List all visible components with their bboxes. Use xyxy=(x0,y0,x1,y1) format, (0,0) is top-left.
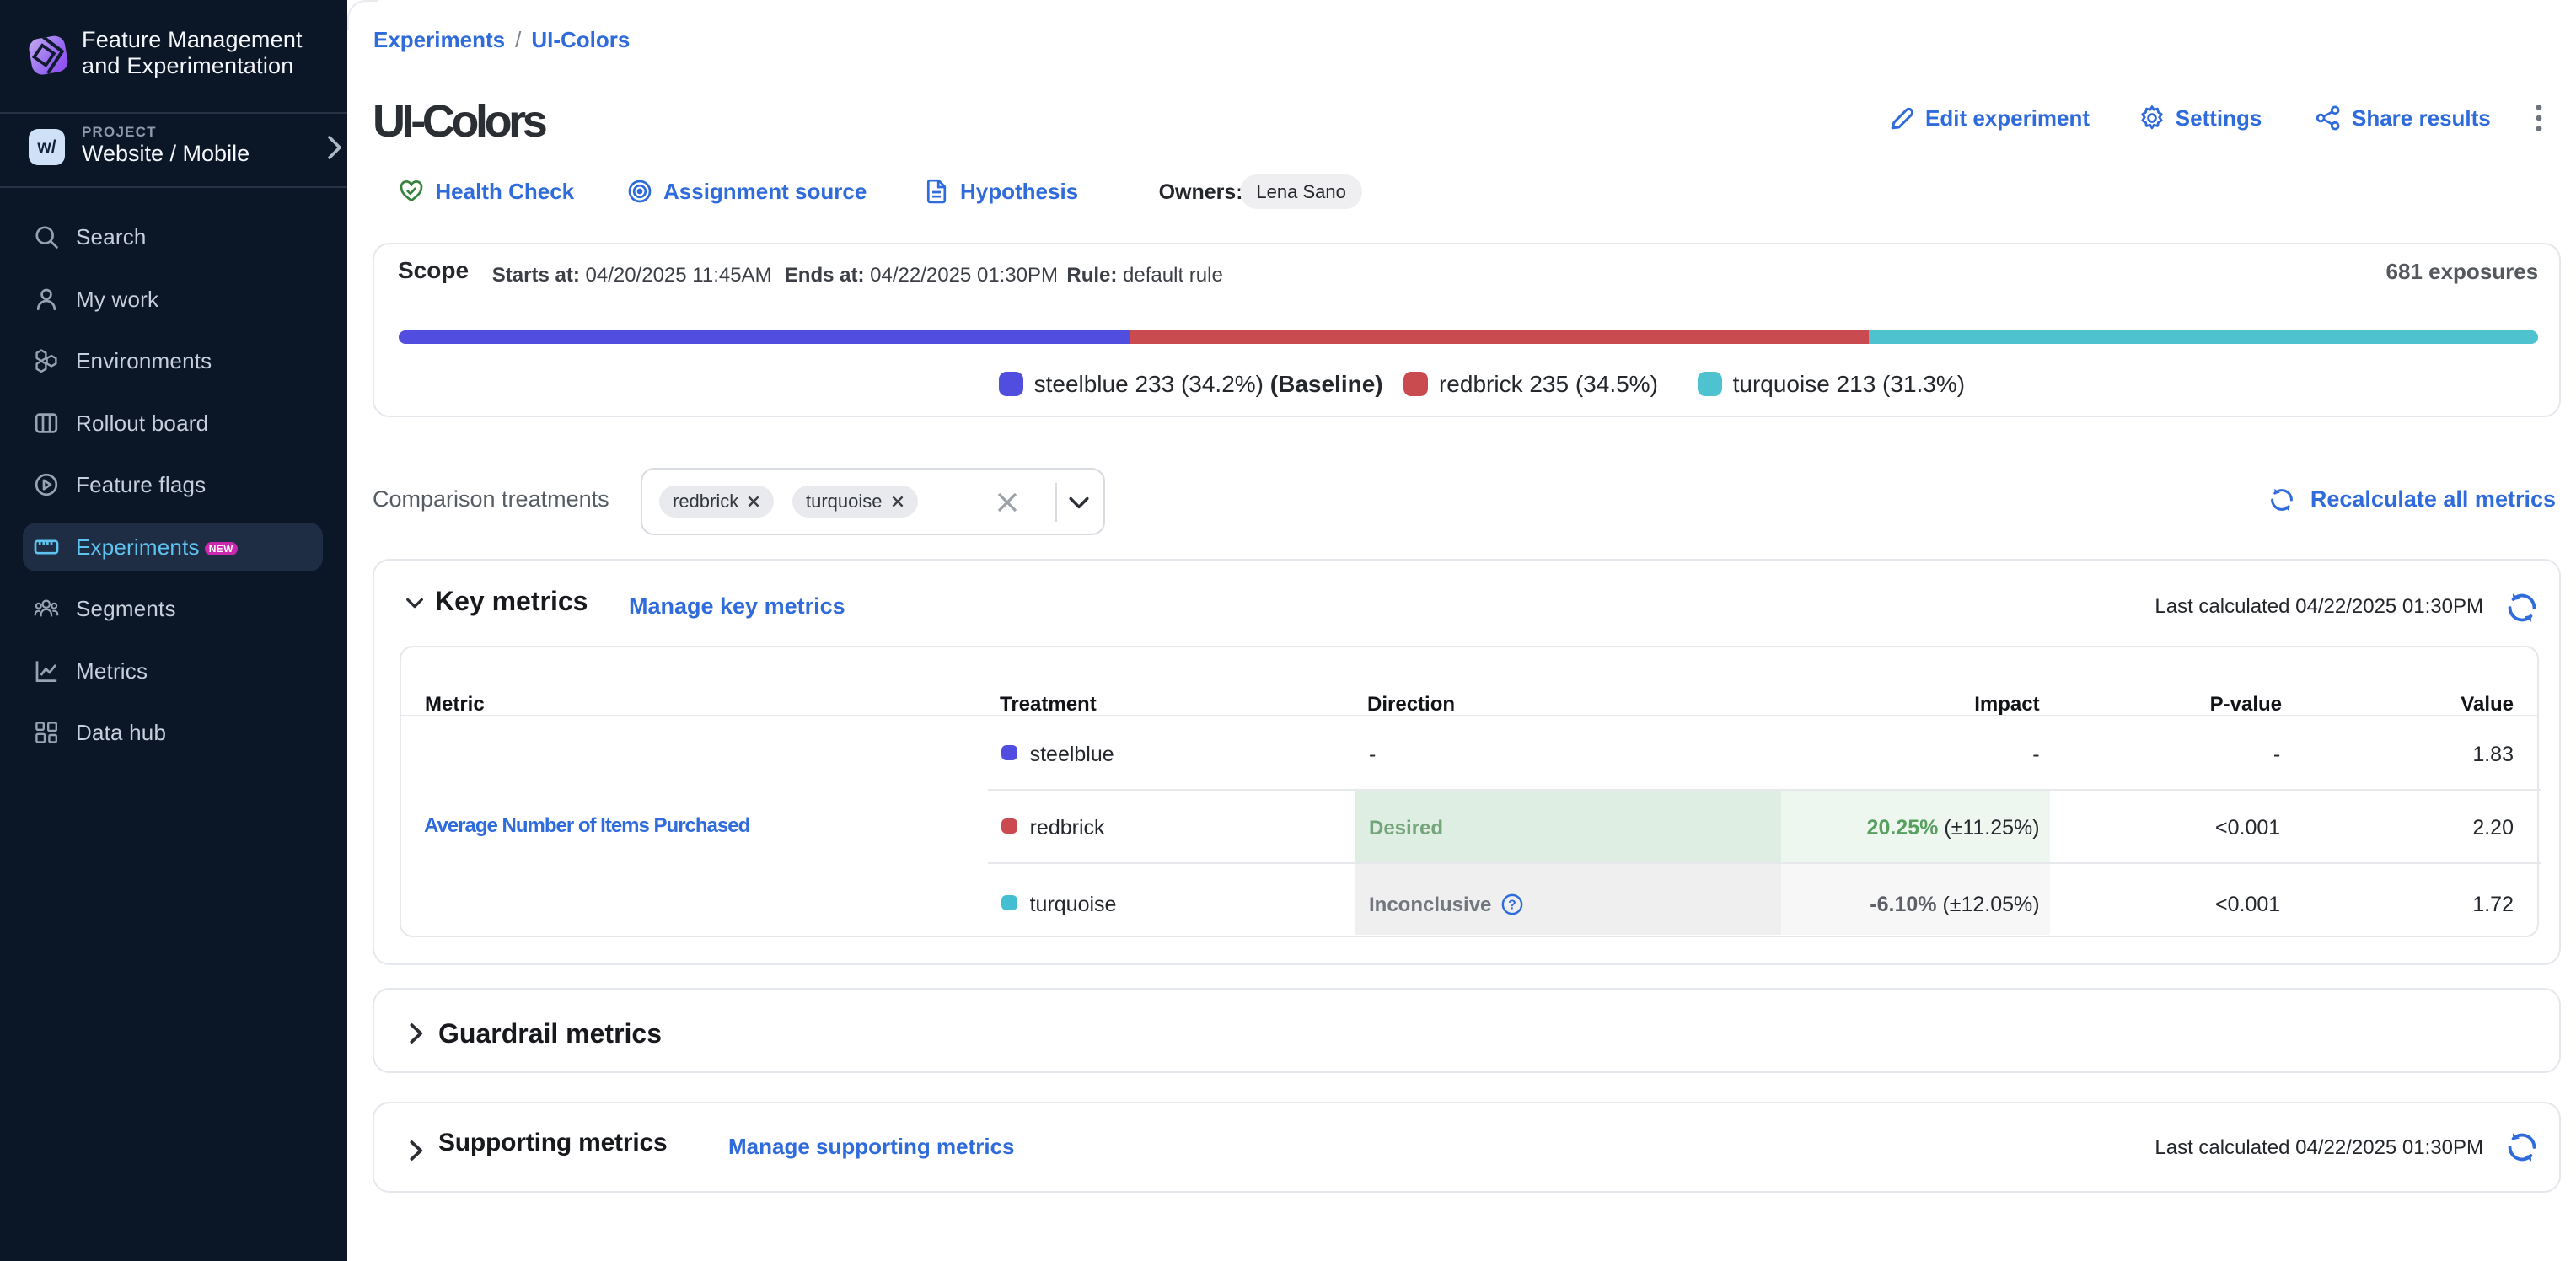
svg-text:?: ? xyxy=(1508,899,1516,913)
